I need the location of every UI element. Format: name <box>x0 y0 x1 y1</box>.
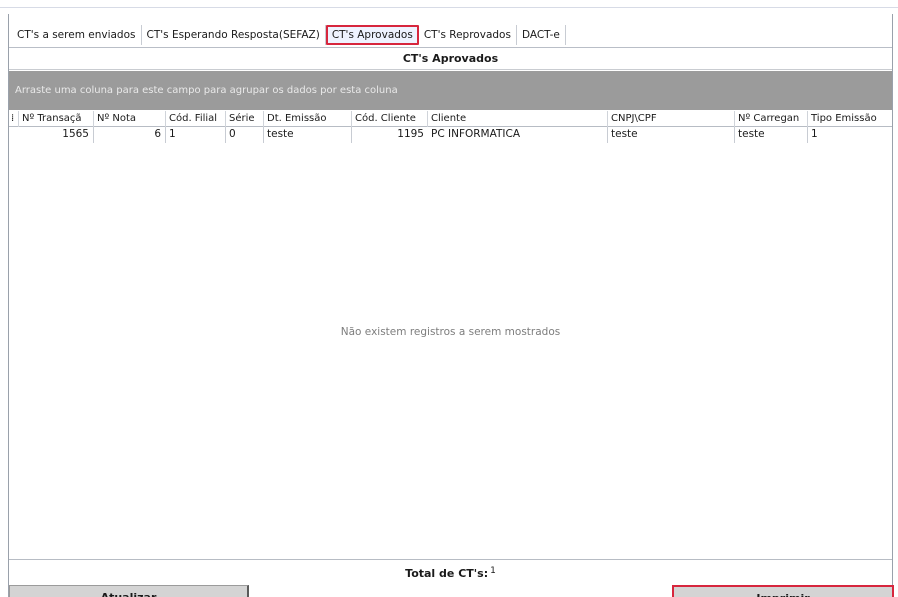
tab-bar: CT's a serem enviados CT's Esperando Res… <box>9 22 892 48</box>
tab-to-send[interactable]: CT's a serem enviados <box>12 24 142 45</box>
cell-loading-number[interactable]: teste <box>735 127 808 143</box>
column-header-series[interactable]: Série <box>226 111 264 127</box>
grid-header: ⁞ Nº Transaçã Nº Nota Cód. Filial Série … <box>9 111 892 127</box>
tab-approved[interactable]: CT's Aprovados <box>325 24 419 45</box>
tab-awaiting-sefaz[interactable]: CT's Esperando Resposta(SEFAZ) <box>142 24 326 45</box>
cell-client-code[interactable]: 1195 <box>352 127 428 143</box>
group-by-drop-area[interactable]: Arraste uma coluna para este campo para … <box>9 71 892 110</box>
row-indicator-cell <box>9 127 19 143</box>
update-button[interactable]: Atualizar <box>9 585 249 597</box>
panel-title: CT's Aprovados <box>9 48 892 70</box>
grid-body: Não existem registros a serem mostrados <box>9 143 892 559</box>
cell-branch-code[interactable]: 1 <box>166 127 226 143</box>
tab-dacte[interactable]: DACT-e <box>517 24 566 45</box>
row-indicator-icon: ⁞ <box>9 111 19 127</box>
window-top-edge <box>0 0 898 8</box>
empty-records-message: Não existem registros a serem mostrados <box>340 326 561 338</box>
cell-issue-date[interactable]: teste <box>264 127 352 143</box>
footer-divider <box>9 559 892 560</box>
column-header-issue-type[interactable]: Tipo Emissão <box>808 111 888 127</box>
column-header-cnpj-cpf[interactable]: CNPJ\CPF <box>608 111 735 127</box>
cell-series[interactable]: 0 <box>226 127 264 143</box>
column-header-invoice-number[interactable]: Nº Nota <box>94 111 166 127</box>
total-value: 1 <box>490 566 496 576</box>
cell-invoice-number[interactable]: 6 <box>94 127 166 143</box>
ct-approved-window: CT's a serem enviados CT's Esperando Res… <box>8 14 894 597</box>
column-header-transaction[interactable]: Nº Transaçã <box>19 111 94 127</box>
column-header-branch-code[interactable]: Cód. Filial <box>166 111 226 127</box>
cell-transaction[interactable]: 1565 <box>19 127 94 143</box>
column-header-client[interactable]: Cliente <box>428 111 608 127</box>
total-label: Total de CT's: <box>405 567 489 580</box>
column-header-client-code[interactable]: Cód. Cliente <box>352 111 428 127</box>
cell-cnpj-cpf[interactable]: teste <box>608 127 735 143</box>
cell-issue-type[interactable]: 1 <box>808 127 888 143</box>
print-button[interactable]: Imprimir <box>672 585 894 597</box>
cell-client[interactable]: PC INFORMATICA <box>428 127 608 143</box>
column-header-issue-date[interactable]: Dt. Emissão <box>264 111 352 127</box>
table-row[interactable]: 1565 6 1 0 teste 1195 PC INFORMATICA tes… <box>9 127 892 143</box>
total-summary: Total de CT's: 1 <box>9 566 892 580</box>
tab-rejected[interactable]: CT's Reprovados <box>419 24 517 45</box>
column-header-loading-number[interactable]: Nº Carregan <box>735 111 808 127</box>
